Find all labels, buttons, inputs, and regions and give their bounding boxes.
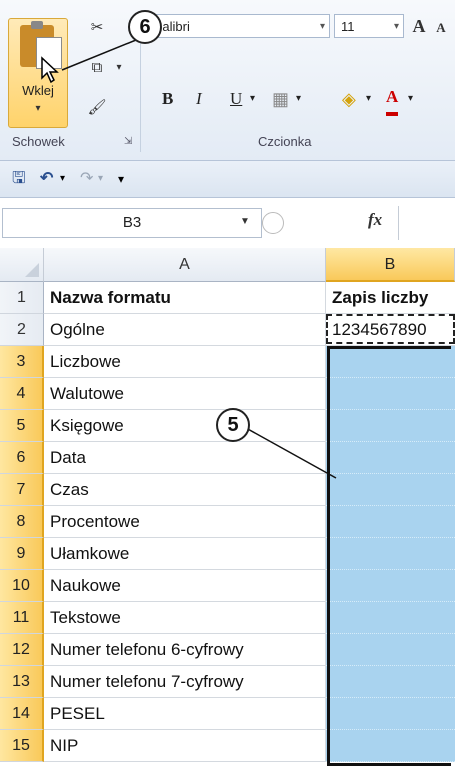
callout-lines [61, 39, 337, 479]
callout-paste: 6 [128, 10, 162, 44]
callout-range: 5 [216, 408, 250, 442]
